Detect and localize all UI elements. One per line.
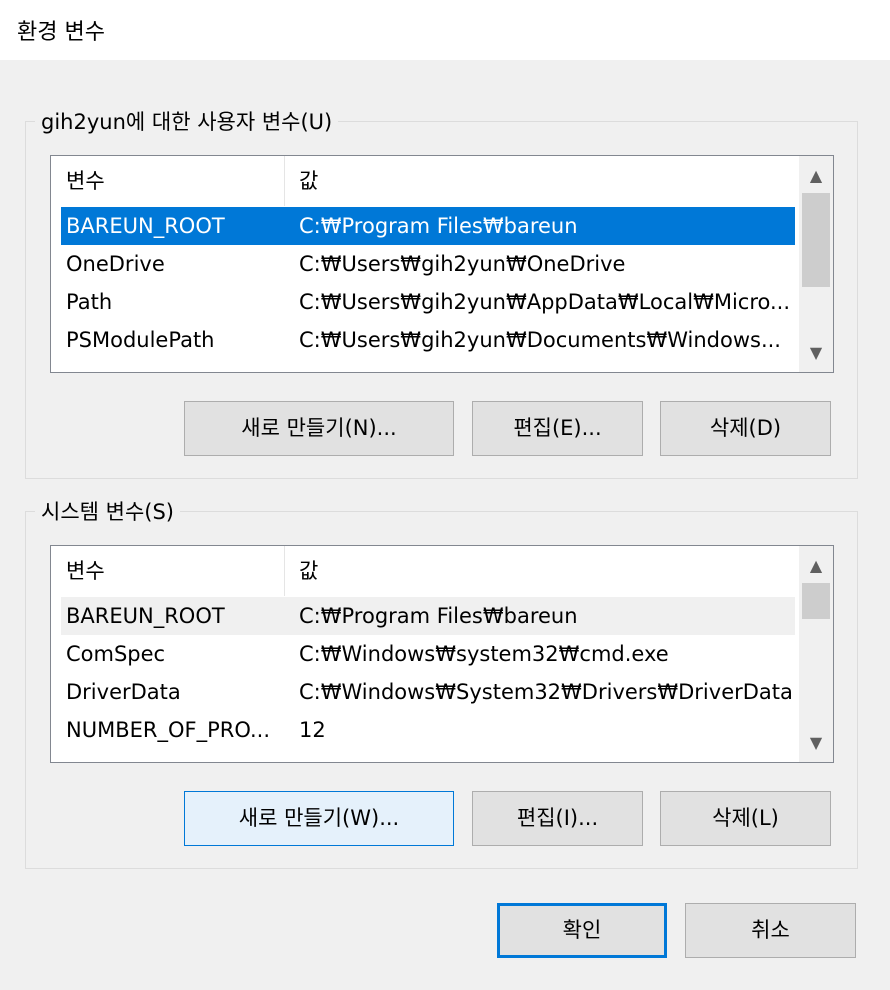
system-new-button[interactable]: 새로 만들기(W)...: [184, 791, 454, 846]
variable-value: C:₩Windows₩System32₩Drivers₩DriverData: [299, 680, 793, 704]
variable-name: BAREUN_ROOT: [66, 214, 225, 238]
column-header-value[interactable]: 값: [284, 546, 796, 596]
variable-value: C:₩Users₩gih2yun₩Documents₩Windows...: [299, 328, 781, 352]
user-new-button[interactable]: 새로 만들기(N)...: [184, 401, 454, 456]
window-title: 환경 변수: [17, 20, 105, 45]
scroll-thumb[interactable]: [802, 583, 830, 619]
list-item[interactable]: DriverData C:₩Windows₩System32₩Drivers₩D…: [61, 673, 795, 711]
list-item-selected[interactable]: BAREUN_ROOT C:₩Program Files₩bareun: [61, 597, 795, 635]
column-header-variable[interactable]: 변수: [51, 546, 284, 596]
variable-name: OneDrive: [66, 252, 165, 276]
list-item[interactable]: Path C:₩Users₩gih2yun₩AppData₩Local₩Micr…: [61, 283, 795, 321]
scroll-down-icon[interactable]: ▼: [799, 336, 833, 370]
variable-value: C:₩Windows₩system32₩cmd.exe: [299, 642, 669, 666]
cancel-button[interactable]: 취소: [685, 903, 856, 958]
list-item[interactable]: ComSpec C:₩Windows₩system32₩cmd.exe: [61, 635, 795, 673]
list-item[interactable]: PSModulePath C:₩Users₩gih2yun₩Documents₩…: [61, 321, 795, 359]
system-edit-button[interactable]: 편집(I)...: [472, 791, 643, 846]
variable-name: NUMBER_OF_PRO...: [66, 718, 271, 742]
user-variables-group-label: gih2yun에 대한 사용자 변수(U): [35, 108, 339, 136]
list-item-selected[interactable]: BAREUN_ROOT C:₩Program Files₩bareun: [61, 207, 795, 245]
variable-name: PSModulePath: [66, 328, 215, 352]
title-bar: 환경 변수: [0, 0, 890, 60]
variable-value: C:₩Users₩gih2yun₩AppData₩Local₩Micro...: [299, 290, 791, 314]
system-variables-group-label: 시스템 변수(S): [35, 498, 180, 526]
column-header-variable[interactable]: 변수: [51, 156, 284, 206]
scroll-thumb[interactable]: [802, 193, 830, 287]
user-list-header: 변수 값: [51, 156, 796, 206]
ok-button[interactable]: 확인: [497, 903, 667, 958]
user-delete-button[interactable]: 삭제(D): [660, 401, 831, 456]
variable-name: ComSpec: [66, 642, 166, 666]
variable-value: C:₩Users₩gih2yun₩OneDrive: [299, 252, 626, 276]
variable-value: 12: [299, 718, 326, 742]
environment-variables-dialog: 환경 변수 gih2yun에 대한 사용자 변수(U) 변수 값 BAREUN_…: [0, 0, 890, 990]
variable-value: C:₩Program Files₩bareun: [299, 604, 578, 628]
user-list-scrollbar[interactable]: ▲ ▼: [799, 156, 833, 372]
user-edit-button[interactable]: 편집(E)...: [472, 401, 643, 456]
list-item[interactable]: OneDrive C:₩Users₩gih2yun₩OneDrive: [61, 245, 795, 283]
system-delete-button[interactable]: 삭제(L): [660, 791, 831, 846]
user-variables-list[interactable]: 변수 값 BAREUN_ROOT C:₩Program Files₩bareun…: [50, 155, 834, 373]
variable-name: BAREUN_ROOT: [66, 604, 225, 628]
system-list-scrollbar[interactable]: ▲ ▼: [799, 546, 833, 762]
scroll-up-icon[interactable]: ▲: [799, 159, 833, 193]
system-variables-list[interactable]: 변수 값 BAREUN_ROOT C:₩Program Files₩bareun…: [50, 545, 834, 763]
column-header-value[interactable]: 값: [284, 156, 796, 206]
list-item[interactable]: NUMBER_OF_PRO... 12: [61, 711, 795, 749]
scroll-up-icon[interactable]: ▲: [799, 549, 833, 583]
variable-name: Path: [66, 290, 113, 314]
scroll-down-icon[interactable]: ▼: [799, 726, 833, 760]
system-list-header: 변수 값: [51, 546, 796, 596]
variable-name: DriverData: [66, 680, 181, 704]
variable-value: C:₩Program Files₩bareun: [299, 214, 578, 238]
